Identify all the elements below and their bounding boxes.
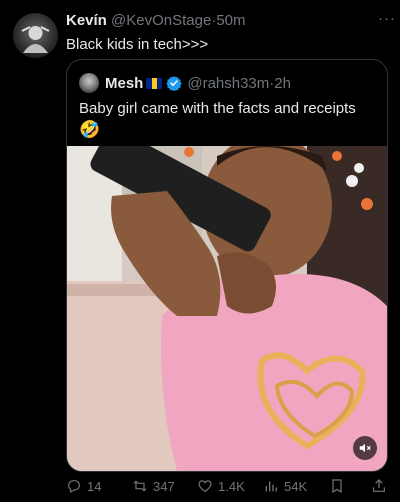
reply-count: 14 — [87, 478, 102, 494]
video-frame — [67, 146, 387, 471]
reply-button[interactable]: 14 — [66, 476, 101, 496]
view-count: 54K — [284, 478, 308, 494]
laughing-emoji: 🤣 — [79, 120, 101, 139]
repost-button[interactable]: 347 — [132, 476, 175, 496]
quoted-tweet[interactable]: Mesh @rahsh33m · 2h Baby girl came with th… — [66, 59, 388, 472]
tweet-header: Kevín @KevOnStage·50m — [66, 12, 388, 32]
quoted-video[interactable] — [67, 146, 387, 471]
like-button[interactable]: 1.4K — [197, 476, 245, 496]
repost-icon — [133, 480, 147, 492]
more-options-icon[interactable]: ··· — [378, 10, 396, 27]
tweet[interactable]: Kevín @KevOnStage·50m ··· Black kids in … — [0, 0, 400, 502]
quoted-author-avatar[interactable] — [79, 73, 99, 93]
barbados-flag-icon — [146, 77, 163, 89]
author-avatar[interactable] — [13, 13, 58, 58]
quoted-author-name[interactable]: Mesh — [105, 75, 143, 92]
reply-icon — [68, 480, 80, 494]
speaker-muted-icon — [359, 443, 371, 453]
quoted-tweet-header: Mesh @rahsh33m · 2h — [79, 72, 291, 94]
action-bar: 14 347 1.4K 54K — [66, 476, 392, 496]
views-button[interactable]: 54K — [263, 476, 307, 496]
author-handle[interactable]: @KevOnStage — [111, 12, 211, 29]
share-button[interactable] — [371, 476, 392, 496]
share-icon — [373, 479, 385, 492]
quoted-tweet-time[interactable]: 2h — [274, 75, 291, 92]
bookmark-button[interactable] — [329, 476, 350, 496]
avatar-icon — [21, 26, 50, 53]
bookmark-icon — [332, 479, 342, 494]
tweet-text: Black kids in tech>>> — [66, 36, 209, 53]
tweet-time[interactable]: 50m — [216, 12, 245, 29]
sound-toggle-button[interactable] — [353, 436, 377, 460]
like-count: 1.4K — [218, 478, 245, 494]
quoted-author-handle[interactable]: @rahsh33m — [187, 75, 269, 92]
author-name[interactable]: Kevín — [66, 12, 107, 29]
views-icon — [265, 481, 277, 492]
repost-count: 347 — [153, 478, 175, 494]
heart-icon — [198, 480, 212, 493]
verified-badge-icon — [166, 76, 183, 91]
quoted-tweet-text: Baby girl came with the facts and receip… — [79, 100, 356, 117]
